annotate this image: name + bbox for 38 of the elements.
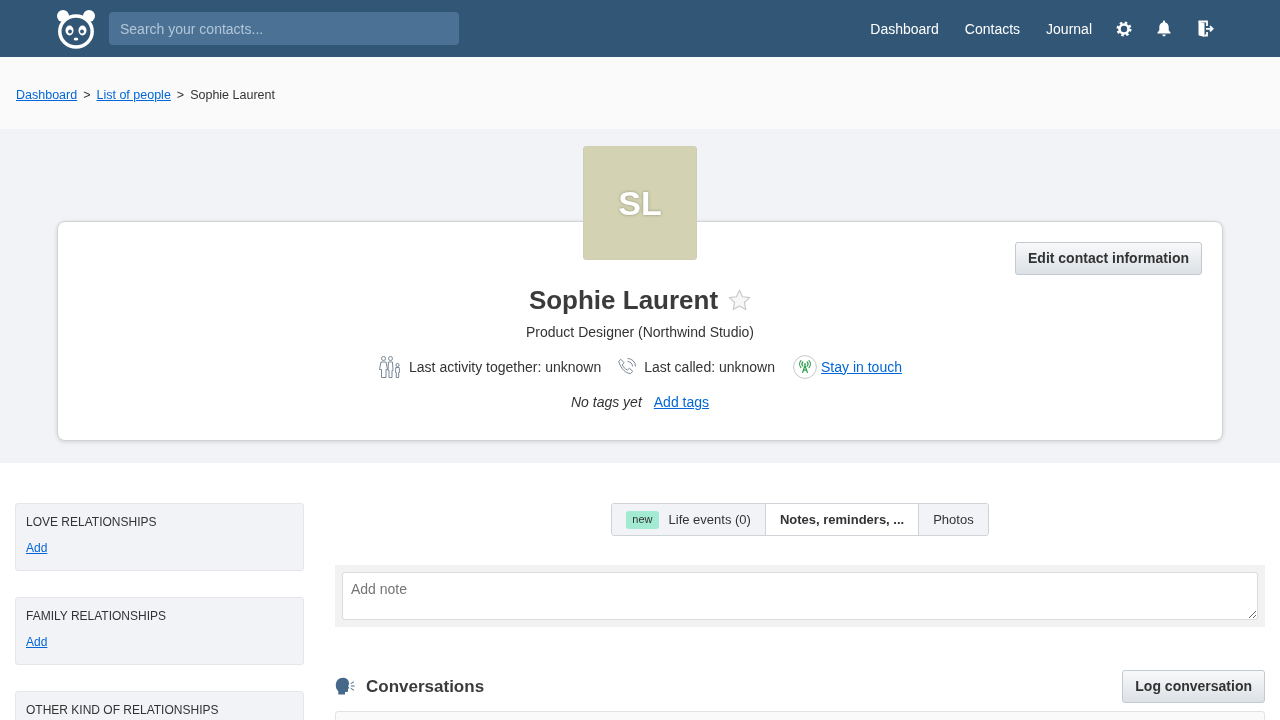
last-activity-text: Last activity together: unknown	[409, 357, 602, 377]
breadcrumb-link[interactable]: Dashboard	[16, 86, 78, 105]
tab[interactable]: new Life events (0)	[612, 504, 765, 535]
tab[interactable]: Photos	[918, 504, 988, 535]
phone-icon	[617, 357, 638, 377]
breadcrumb-separator: >	[176, 87, 185, 105]
nav-link[interactable]: Dashboard	[870, 18, 939, 39]
breadcrumb-link[interactable]: List of people	[96, 86, 171, 105]
section-title: FAMILY RELATIONSHIPS	[26, 609, 168, 624]
add-tags-link[interactable]: Add tags	[653, 391, 710, 413]
nav-link[interactable]: Contacts	[964, 18, 1021, 39]
door-arrow-icon[interactable]	[1196, 19, 1214, 38]
section-title: LOVE RELATIONSHIPS	[26, 515, 158, 530]
new-badge: new	[626, 510, 659, 529]
last-called-text: Last called: unknown	[644, 357, 776, 377]
settings-icon[interactable]	[1116, 20, 1132, 37]
add-relationship-link[interactable]: Add	[26, 541, 48, 556]
nav-link[interactable]: Journal	[1046, 18, 1092, 39]
no-tags-text: No tags yet	[570, 392, 642, 412]
bell-icon[interactable]	[1156, 20, 1172, 37]
family-icon	[378, 355, 403, 379]
panda-logo-icon[interactable]	[56, 8, 96, 49]
avatar-initials: SL	[583, 146, 697, 260]
star-icon[interactable]	[728, 289, 752, 311]
edit-contact-button[interactable]: Edit contact information	[1015, 242, 1202, 275]
breadcrumb-separator: >	[83, 87, 91, 105]
contact-name: Sophie Laurent	[528, 284, 719, 316]
stay-in-touch-link[interactable]: Stay in touch	[821, 356, 902, 378]
note-field[interactable]: Add note	[342, 572, 1258, 620]
breadcrumb-current: Sophie Laurent	[190, 87, 275, 105]
section-title: OTHER KIND OF RELATIONSHIPS	[26, 703, 220, 718]
section-heading: Conversations	[366, 675, 485, 698]
speaking-head-icon	[335, 677, 355, 696]
search-field[interactable]: Search your contacts...	[109, 12, 459, 45]
log-conversation-button[interactable]: Log conversation	[1122, 670, 1265, 703]
contact-job-title: Product Designer (Northwind Studio)	[526, 323, 754, 342]
add-relationship-link[interactable]: Add	[26, 635, 48, 650]
antenna-icon[interactable]	[793, 355, 818, 379]
